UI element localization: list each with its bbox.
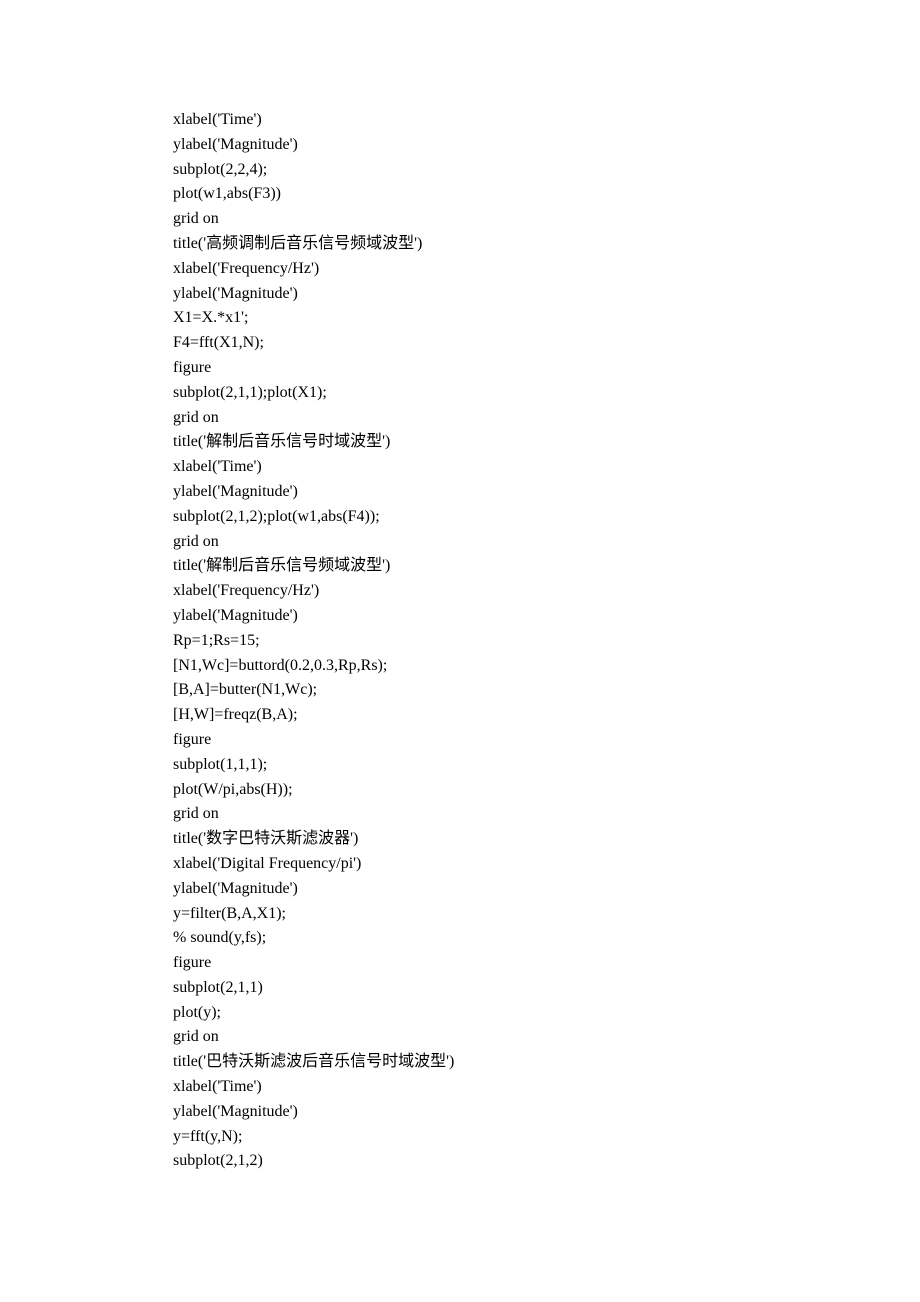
code-line: xlabel('Frequency/Hz') <box>173 579 920 604</box>
code-line: subplot(2,1,1) <box>173 976 920 1001</box>
code-line: xlabel('Frequency/Hz') <box>173 257 920 282</box>
code-line: ylabel('Magnitude') <box>173 1100 920 1125</box>
code-line: ylabel('Magnitude') <box>173 604 920 629</box>
code-line: grid on <box>173 406 920 431</box>
code-line: grid on <box>173 802 920 827</box>
code-line: ylabel('Magnitude') <box>173 877 920 902</box>
code-line: X1=X.*x1'; <box>173 306 920 331</box>
code-line: xlabel('Time') <box>173 108 920 133</box>
code-line: title('解制后音乐信号频域波型') <box>173 554 920 579</box>
code-block: xlabel('Time')ylabel('Magnitude')subplot… <box>173 108 920 1174</box>
code-line: figure <box>173 951 920 976</box>
code-line: title('高频调制后音乐信号频域波型') <box>173 232 920 257</box>
code-line: figure <box>173 728 920 753</box>
code-line: figure <box>173 356 920 381</box>
code-line: plot(W/pi,abs(H)); <box>173 778 920 803</box>
code-line: xlabel('Digital Frequency/pi') <box>173 852 920 877</box>
code-line: y=filter(B,A,X1); <box>173 902 920 927</box>
code-line: F4=fft(X1,N); <box>173 331 920 356</box>
code-line: grid on <box>173 530 920 555</box>
code-line: subplot(2,1,2) <box>173 1149 920 1174</box>
code-line: y=fft(y,N); <box>173 1125 920 1150</box>
code-line: grid on <box>173 1025 920 1050</box>
code-line: Rp=1;Rs=15; <box>173 629 920 654</box>
code-line: plot(w1,abs(F3)) <box>173 182 920 207</box>
code-line: plot(y); <box>173 1001 920 1026</box>
code-line: xlabel('Time') <box>173 455 920 480</box>
code-line: subplot(2,1,1);plot(X1); <box>173 381 920 406</box>
code-line: grid on <box>173 207 920 232</box>
code-line: subplot(1,1,1); <box>173 753 920 778</box>
code-line: [N1,Wc]=buttord(0.2,0.3,Rp,Rs); <box>173 654 920 679</box>
code-line: xlabel('Time') <box>173 1075 920 1100</box>
code-line: % sound(y,fs); <box>173 926 920 951</box>
code-line: subplot(2,1,2);plot(w1,abs(F4)); <box>173 505 920 530</box>
code-line: [B,A]=butter(N1,Wc); <box>173 678 920 703</box>
code-line: subplot(2,2,4); <box>173 158 920 183</box>
code-line: ylabel('Magnitude') <box>173 282 920 307</box>
code-line: [H,W]=freqz(B,A); <box>173 703 920 728</box>
code-line: ylabel('Magnitude') <box>173 133 920 158</box>
code-line: title('数字巴特沃斯滤波器') <box>173 827 920 852</box>
code-line: title('巴特沃斯滤波后音乐信号时域波型') <box>173 1050 920 1075</box>
code-line: ylabel('Magnitude') <box>173 480 920 505</box>
code-line: title('解制后音乐信号时域波型') <box>173 430 920 455</box>
